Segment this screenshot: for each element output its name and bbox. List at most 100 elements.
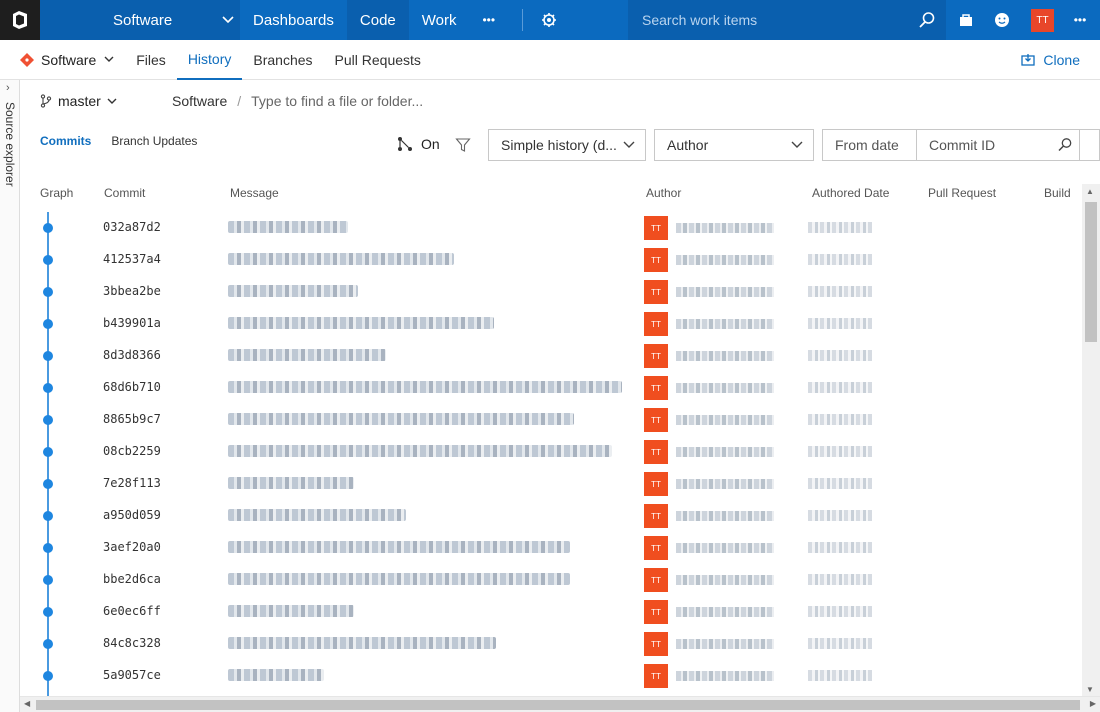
commit-id-link[interactable]: 6e0ec6ff [103,604,161,618]
feedback-smiley-icon[interactable] [984,0,1020,40]
commit-id-link[interactable]: 5a9057ce [103,668,161,682]
clone-label: Clone [1043,52,1080,68]
table-row[interactable]: 68d6b710 TT [20,372,1082,404]
repo-selector[interactable]: Software [0,52,125,68]
hub-code[interactable]: Code [346,0,409,40]
commit-id-link[interactable]: 8d3d8366 [103,348,161,362]
table-row[interactable]: 412537a4 TT [20,244,1082,276]
tab-pull-requests[interactable]: Pull Requests [324,40,432,80]
chevron-right-icon[interactable]: › [6,82,10,94]
commit-message-blurred[interactable] [228,413,574,425]
table-row[interactable]: 8d3d8366 TT [20,340,1082,372]
breadcrumb-root[interactable]: Software [172,93,227,109]
commit-node-dot [43,511,53,521]
tab-files[interactable]: Files [125,40,177,80]
vertical-scroll-thumb[interactable] [1085,202,1097,342]
commit-id-link[interactable]: 3aef20a0 [103,540,161,554]
scroll-up-icon[interactable]: ▲ [1086,187,1094,196]
col-build[interactable]: Build [1044,186,1071,200]
project-selector[interactable]: Software [40,0,240,40]
commit-message-blurred[interactable] [228,253,454,265]
col-message[interactable]: Message [230,186,279,200]
scroll-right-icon[interactable]: ▶ [1090,699,1096,708]
hub-dashboards[interactable]: Dashboards [240,0,347,40]
pivot-branch-updates[interactable]: Branch Updates [111,134,197,148]
search-work-items-input[interactable]: Search work items [628,0,946,40]
horizontal-scroll-thumb[interactable] [36,700,1080,710]
table-row[interactable]: 7e28f113 TT [20,468,1082,500]
commit-message-blurred[interactable] [228,381,622,393]
col-commit[interactable]: Commit [104,186,145,200]
search-icon[interactable] [1057,137,1073,153]
graph-toggle[interactable]: On [397,136,440,152]
scroll-down-icon[interactable]: ▼ [1086,685,1094,694]
commit-id-link[interactable]: 68d6b710 [103,380,161,394]
col-pull-request[interactable]: Pull Request [928,186,996,200]
commit-node-dot [43,543,53,553]
commit-id-link[interactable]: 84c8c328 [103,636,161,650]
horizontal-scrollbar[interactable]: ◀ ▶ [20,696,1100,712]
vertical-scrollbar[interactable]: ▲ ▼ [1082,184,1100,696]
hub-work[interactable]: Work [409,0,470,40]
clone-button[interactable]: Clone [1021,40,1080,80]
author-dropdown[interactable]: Author [654,129,814,161]
commit-id-link[interactable]: 08cb2259 [103,444,161,458]
commit-message-blurred[interactable] [228,541,570,553]
table-row[interactable]: 3bbea2be TT [20,276,1082,308]
vsts-logo-icon[interactable] [0,0,40,40]
col-graph: Graph [40,186,74,200]
from-date-input[interactable]: From date [822,129,917,161]
col-author[interactable]: Author [646,186,681,200]
table-row[interactable]: a950d059 TT [20,500,1082,532]
user-avatar[interactable]: TT [1031,9,1054,32]
tab-history[interactable]: History [176,40,243,80]
commit-message-blurred[interactable] [228,445,612,457]
commit-message-blurred[interactable] [228,637,496,649]
filter-icon[interactable] [455,137,471,153]
commit-node-dot [43,671,53,681]
settings-gear-icon[interactable] [537,0,561,40]
table-row[interactable]: 032a87d2 TT [20,212,1082,244]
table-row[interactable]: bbe2d6ca TT [20,564,1082,596]
table-row[interactable]: 3aef20a0 TT [20,532,1082,564]
commit-id-link[interactable]: 7e28f113 [103,476,161,490]
source-explorer-rail[interactable]: › Source explorer [0,80,20,712]
commit-id-input[interactable]: Commit ID [916,129,1080,161]
commit-message-blurred[interactable] [228,349,386,361]
pivot-commits[interactable]: Commits [40,134,91,148]
overflow-menu-button[interactable]: ••• [1062,0,1098,40]
table-row[interactable]: 6e0ec6ff TT [20,596,1082,628]
commit-message-blurred[interactable] [228,669,324,681]
commit-message-blurred[interactable] [228,285,358,297]
branch-selector[interactable]: master [40,93,172,109]
commit-id-link[interactable]: 3bbea2be [103,284,161,298]
table-row[interactable]: 8865b9c7 TT [20,404,1082,436]
search-icon[interactable] [918,11,936,29]
commit-id-link[interactable]: bbe2d6ca [103,572,161,586]
col-authored-date[interactable]: Authored Date [812,186,889,200]
commit-id-link[interactable]: 412537a4 [103,252,161,266]
commit-message-blurred[interactable] [228,221,348,233]
authored-date-blurred [808,510,872,521]
table-row[interactable]: 08cb2259 TT [20,436,1082,468]
tab-branches[interactable]: Branches [242,40,323,80]
commit-id-link[interactable]: 8865b9c7 [103,412,161,426]
commit-message-blurred[interactable] [228,509,406,521]
commit-id-link[interactable]: a950d059 [103,508,161,522]
more-hubs-button[interactable]: ••• [469,0,508,40]
commit-message-blurred[interactable] [228,573,570,585]
commit-id-link[interactable]: 032a87d2 [103,220,161,234]
table-row[interactable]: b439901a TT [20,308,1082,340]
commit-message-blurred[interactable] [228,477,354,489]
history-mode-dropdown[interactable]: Simple history (d... [488,129,646,161]
author-avatar: TT [644,664,668,688]
authored-date-blurred [808,222,872,233]
commit-id-link[interactable]: b439901a [103,316,161,330]
marketplace-bag-icon[interactable] [948,0,984,40]
table-row[interactable]: 84c8c328 TT [20,628,1082,660]
scroll-left-icon[interactable]: ◀ [24,699,30,708]
path-search-input[interactable]: Type to find a file or folder... [251,93,423,109]
commit-message-blurred[interactable] [228,317,494,329]
commit-message-blurred[interactable] [228,605,354,617]
table-row[interactable]: 5a9057ce TT [20,660,1082,692]
